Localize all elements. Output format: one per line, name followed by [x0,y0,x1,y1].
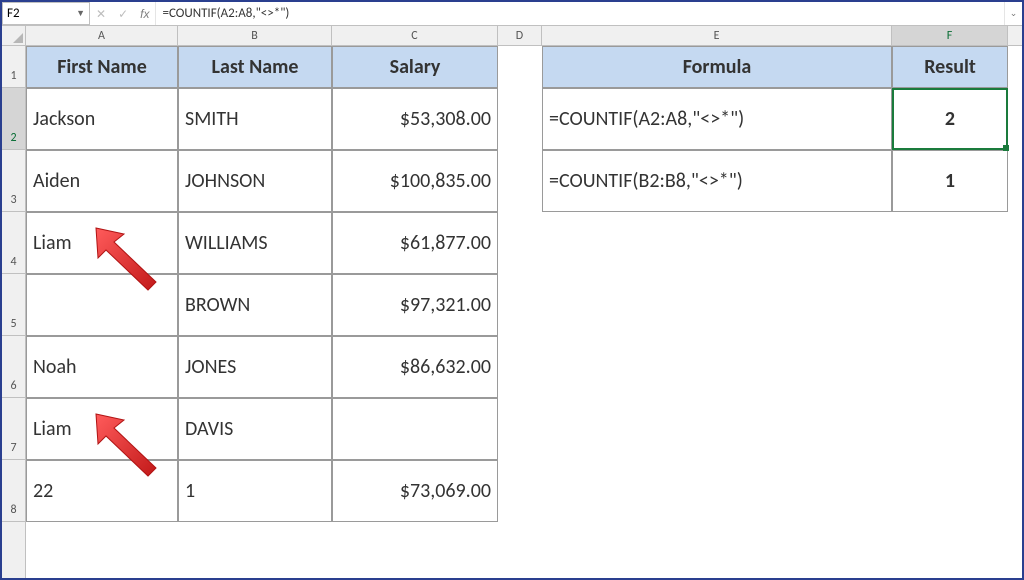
table-row[interactable]: $100,835.00 [332,150,498,212]
table-row[interactable]: JOHNSON [178,150,332,212]
table1-header-B[interactable]: Last Name [178,46,332,88]
row-header-3[interactable]: 3 [2,150,25,212]
table2-header-F[interactable]: Result [892,46,1008,88]
table-row[interactable]: $53,308.00 [332,88,498,150]
column-header-F[interactable]: F [892,26,1008,45]
row-header-5[interactable]: 5 [2,274,25,336]
result-cell[interactable]: 2 [892,88,1008,150]
table2-header-E[interactable]: Formula [542,46,892,88]
column-headers: ABCDEF [26,26,1022,46]
cells-area: First NameLast NameSalary FormulaResult Ja… [26,46,1022,578]
table-row[interactable]: SMITH [178,88,332,150]
table-row[interactable]: WILLIAMS [178,212,332,274]
table-row[interactable]: $86,632.00 [332,336,498,398]
confirm-icon[interactable]: ✓ [118,7,128,21]
table-row[interactable] [332,398,498,460]
row-headers: 12345678 [2,46,26,578]
row-header-6[interactable]: 6 [2,336,25,398]
name-box[interactable]: F2 ▼ [2,2,90,25]
table-row[interactable]: Jackson [26,88,178,150]
table-row[interactable]: $61,877.00 [332,212,498,274]
table-row[interactable]: $97,321.00 [332,274,498,336]
row-header-4[interactable]: 4 [2,212,25,274]
cancel-icon[interactable]: ✕ [96,7,106,21]
formula-bar-icons: ✕ ✓ fx [90,2,156,25]
chevron-down-icon: ▼ [76,8,85,19]
table-row[interactable]: DAVIS [178,398,332,460]
table-row[interactable]: Aiden [26,150,178,212]
table-row[interactable]: 1 [178,460,332,522]
column-header-E[interactable]: E [542,26,892,45]
spreadsheet-grid: ABCDEF 12345678 First NameLast NameSalar… [2,26,1022,578]
column-header-D[interactable]: D [498,26,542,45]
table-row[interactable]: Liam [26,212,178,274]
formula-input[interactable]: =COUNTIF(A2:A8,"<>*") [156,2,1004,25]
table1-header-A[interactable]: First Name [26,46,178,88]
name-box-value: F2 [7,6,20,21]
table1-header-C[interactable]: Salary [332,46,498,88]
row-header-7[interactable]: 7 [2,398,25,460]
result-cell[interactable]: 1 [892,150,1008,212]
formula-text: =COUNTIF(A2:A8,"<>*") [162,6,289,21]
table-row[interactable]: 22 [26,460,178,522]
table-row[interactable]: $73,069.00 [332,460,498,522]
row-header-8[interactable]: 8 [2,460,25,522]
column-header-A[interactable]: A [26,26,178,45]
select-all-corner[interactable] [2,26,26,46]
row-header-2[interactable]: 2 [2,88,25,150]
column-header-C[interactable]: C [332,26,498,45]
table-row[interactable]: Noah [26,336,178,398]
table-row[interactable]: Liam [26,398,178,460]
table-row[interactable]: BROWN [178,274,332,336]
fx-icon[interactable]: fx [140,7,149,21]
formula-cell[interactable]: =COUNTIF(B2:B8,"<>*") [542,150,892,212]
formula-expand-icon[interactable]: ⌄ [1004,2,1022,25]
row-header-1[interactable]: 1 [2,46,25,88]
formula-cell[interactable]: =COUNTIF(A2:A8,"<>*") [542,88,892,150]
formula-bar: F2 ▼ ✕ ✓ fx =COUNTIF(A2:A8,"<>*") ⌄ [2,2,1022,26]
table-row[interactable] [26,274,178,336]
column-header-B[interactable]: B [178,26,332,45]
table-row[interactable]: JONES [178,336,332,398]
